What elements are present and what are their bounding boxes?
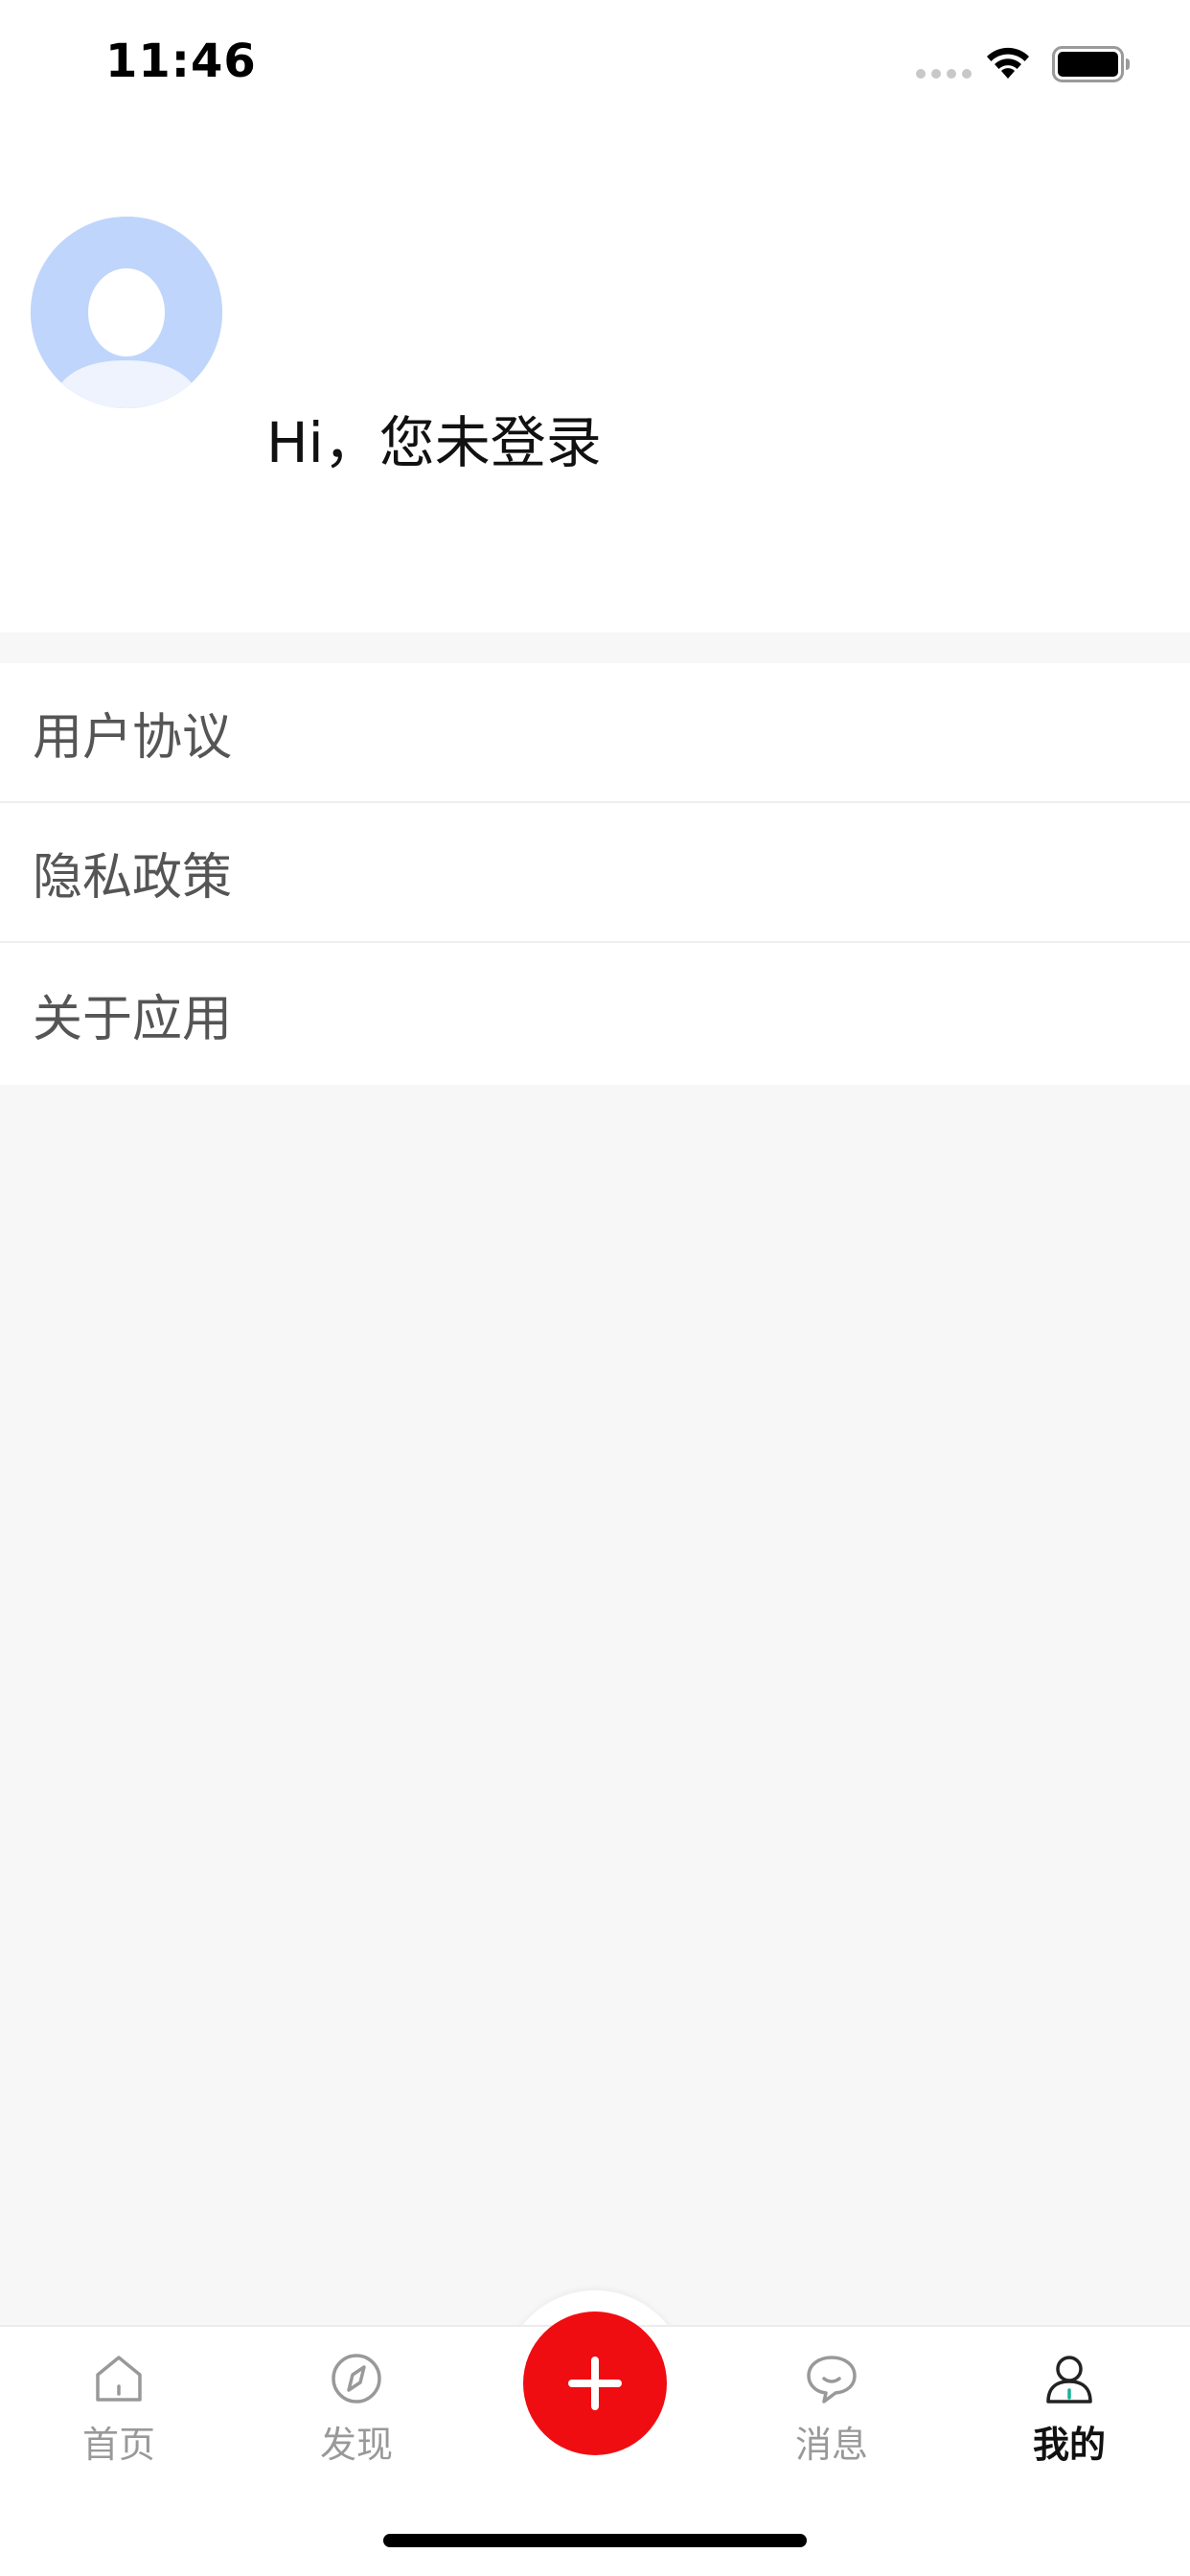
- avatar[interactable]: [31, 217, 222, 408]
- tab-discover[interactable]: 发现: [280, 2350, 433, 2468]
- status-bar: 11:46: [0, 0, 1190, 130]
- compass-icon: [332, 2354, 381, 2404]
- tab-messages[interactable]: 消息: [755, 2350, 908, 2468]
- menu-item-user-agreement[interactable]: 用户协议: [0, 663, 1190, 803]
- battery-icon: [1052, 46, 1130, 82]
- tab-home-label: 首页: [81, 2424, 155, 2466]
- tab-mine-label: 我的: [1032, 2424, 1106, 2466]
- tab-discover-label: 发现: [319, 2424, 393, 2466]
- chat-bubble-icon: [807, 2356, 857, 2404]
- tab-mine[interactable]: 我的: [993, 2350, 1146, 2468]
- home-icon: [96, 2356, 142, 2402]
- settings-menu: 用户协议 隐私政策 关于应用: [0, 663, 1190, 1085]
- add-button[interactable]: [523, 2312, 667, 2455]
- cellular-signal-icon: [916, 69, 972, 79]
- tab-home[interactable]: 首页: [42, 2350, 195, 2468]
- menu-item-privacy-policy[interactable]: 隐私政策: [0, 803, 1190, 943]
- login-greeting[interactable]: Hi，您未登录: [266, 408, 602, 477]
- tab-messages-label: 消息: [794, 2424, 868, 2466]
- default-avatar-icon: [31, 217, 222, 408]
- menu-item-about-app[interactable]: 关于应用: [0, 943, 1190, 1085]
- profile-screen: 11:46 Hi，您未登录 用户协议 隐私政策 关于应用 首页 发现 消息 我的: [0, 0, 1190, 2576]
- status-time: 11:46: [105, 34, 257, 88]
- home-indicator[interactable]: [383, 2534, 807, 2547]
- wifi-icon: [987, 47, 1029, 79]
- user-icon: [1046, 2356, 1092, 2404]
- plus-icon: [568, 2357, 622, 2410]
